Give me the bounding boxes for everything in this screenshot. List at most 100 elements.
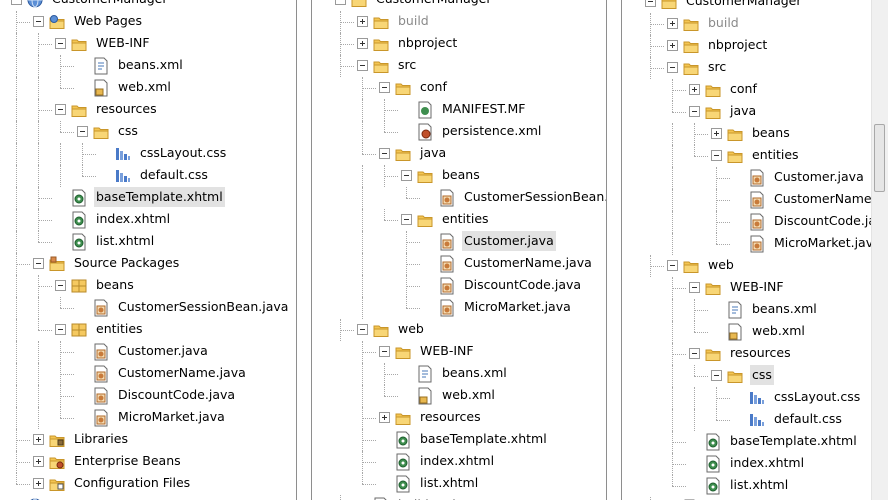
tree-node-label[interactable]: cssLayout.css (772, 387, 862, 407)
collapse-icon[interactable] (645, 0, 656, 7)
expand-icon[interactable] (667, 40, 678, 51)
tree-node-basetemplate-xhtml[interactable]: baseTemplate.xhtml (0, 187, 296, 209)
tree-node-label[interactable]: build (706, 13, 741, 33)
tree-node-web[interactable]: web (312, 319, 606, 341)
tree-node-label[interactable]: java (728, 101, 758, 121)
tree-node-label[interactable]: baseTemplate.xhtml (94, 187, 225, 207)
tree-node-customersessionbean-java[interactable]: CustomerSessionBean.java (312, 187, 606, 209)
tree-node-label[interactable]: conf (418, 77, 449, 97)
tree-node-basetemplate-xhtml[interactable]: baseTemplate.xhtml (312, 429, 606, 451)
tree-node-label[interactable]: resources (728, 343, 793, 363)
tree-node-label[interactable]: conf (728, 79, 759, 99)
tree-node-label[interactable]: Web Pages (72, 11, 144, 31)
tree-node-web[interactable]: web (622, 255, 888, 277)
collapse-icon[interactable] (11, 0, 22, 5)
tree-node-label[interactable]: CustomerManager (684, 0, 804, 11)
expand-icon[interactable] (667, 18, 678, 29)
tree-node-label[interactable]: WEB-INF (418, 341, 476, 361)
tree-node-micromarket-java[interactable]: MicroMarket.java (0, 407, 296, 429)
tree-node-resources[interactable]: resources (0, 99, 296, 121)
expand-icon[interactable] (33, 478, 44, 489)
tree-node-default-css[interactable]: default.css (622, 409, 888, 431)
tree-node-customersessionbean-java[interactable]: CustomerSessionBean.java (0, 297, 296, 319)
tree-node-label[interactable]: css (116, 121, 140, 141)
collapse-icon[interactable] (55, 38, 66, 49)
tree-node-label[interactable]: web (396, 319, 426, 339)
tree-node-label[interactable]: beans.xml (750, 299, 819, 319)
tree-node-label[interactable]: CustomerManager (50, 495, 170, 500)
tree-node-label[interactable]: build.xml (396, 495, 458, 500)
tree-node-label[interactable]: beans.xml (116, 55, 185, 75)
tree-node-customername-java[interactable]: CustomerName.java (0, 363, 296, 385)
tree-node-label[interactable]: web.xml (116, 77, 173, 97)
tree-node-label[interactable]: src (396, 55, 418, 75)
tree-node-csslayout-css[interactable]: cssLayout.css (0, 143, 296, 165)
tree-node-label[interactable]: java (418, 143, 448, 163)
tree-node-beans-xml[interactable]: beans.xml (0, 55, 296, 77)
expand-icon[interactable] (689, 84, 700, 95)
tree-node-discountcode-java[interactable]: DiscountCode.java (312, 275, 606, 297)
tree-node-customermanager[interactable]: CustomerManager (622, 0, 888, 13)
tree-node-label[interactable]: Customer.java (462, 231, 556, 251)
tree-node-label[interactable]: list.xhtml (94, 231, 156, 251)
tree-node-discountcode-java[interactable]: DiscountCode.java (0, 385, 296, 407)
tree-node-label[interactable]: index.xhtml (94, 209, 172, 229)
tree-node-build[interactable]: build (622, 13, 888, 35)
tree-node-web-xml[interactable]: web.xml (0, 77, 296, 99)
tree-node-label[interactable]: Customer.java (116, 341, 210, 361)
tree-node-java[interactable]: java (312, 143, 606, 165)
tree-node-label[interactable]: build (396, 11, 431, 31)
tree-node-label[interactable]: list.xhtml (418, 473, 480, 493)
tree-node-label[interactable]: beans.xml (440, 363, 509, 383)
tree-node-index-xhtml[interactable]: index.xhtml (622, 453, 888, 475)
tree-node-index-xhtml[interactable]: index.xhtml (312, 451, 606, 473)
tree-node-index-xhtml[interactable]: index.xhtml (0, 209, 296, 231)
tree-node-beans[interactable]: beans (622, 123, 888, 145)
collapse-icon[interactable] (689, 106, 700, 117)
tree-node-customer-java[interactable]: Customer.java (0, 341, 296, 363)
tree-node-label[interactable]: persistence.xml (440, 121, 543, 141)
tree-node-label[interactable]: entities (440, 209, 491, 229)
tree-node-label[interactable]: CustomerManager (50, 0, 170, 9)
collapse-icon[interactable] (667, 62, 678, 73)
tree-node-conf[interactable]: conf (622, 79, 888, 101)
tree-node-label[interactable]: default.css (138, 165, 210, 185)
panel-divider[interactable] (621, 0, 622, 500)
tree-node-label[interactable]: baseTemplate.xhtml (728, 431, 859, 451)
tree-node-label[interactable]: default.css (772, 409, 844, 429)
tree-node-entities[interactable]: entities (312, 209, 606, 231)
tree-node-label[interactable]: WEB-INF (94, 33, 152, 53)
tree-node-list-xhtml[interactable]: list.xhtml (0, 231, 296, 253)
expand-icon[interactable] (357, 38, 368, 49)
tree-node-beans[interactable]: beans (0, 275, 296, 297)
collapse-icon[interactable] (667, 260, 678, 271)
tree-node-label[interactable]: MicroMarket.java (462, 297, 573, 317)
tree-node-label[interactable]: css (750, 365, 774, 385)
tree-node-manifest-mf[interactable]: MANIFEST.MF (312, 99, 606, 121)
tree-node-customermanager[interactable]: CustomerManager (0, 495, 296, 500)
tree-node-label[interactable]: beans (440, 165, 482, 185)
tree-node-label[interactable]: index.xhtml (728, 453, 806, 473)
tree-node-label[interactable]: DiscountCode.java (116, 385, 237, 405)
tree-node-java[interactable]: java (622, 101, 888, 123)
collapse-icon[interactable] (401, 214, 412, 225)
tree-node-label[interactable]: nbproject (396, 33, 459, 53)
tree-node-beans-xml[interactable]: beans.xml (312, 363, 606, 385)
tree-node-customername-java[interactable]: CustomerName.java (622, 189, 888, 211)
vertical-scrollbar[interactable] (871, 0, 888, 500)
tree-node-src[interactable]: src (622, 57, 888, 79)
tree-node-customername-java[interactable]: CustomerName.java (312, 253, 606, 275)
tree-node-beans-xml[interactable]: beans.xml (622, 299, 888, 321)
tree-node-label[interactable]: Source Packages (72, 253, 181, 273)
collapse-icon[interactable] (711, 150, 722, 161)
tree-node-build[interactable]: build (312, 11, 606, 33)
tree-node-web-inf[interactable]: WEB-INF (312, 341, 606, 363)
tree-node-label[interactable]: list.xhtml (728, 475, 790, 495)
tree-node-nbproject[interactable]: nbproject (622, 35, 888, 57)
tree-node-default-css[interactable]: default.css (0, 165, 296, 187)
collapse-icon[interactable] (401, 170, 412, 181)
scrollbar-thumb[interactable] (874, 124, 885, 192)
tree-node-persistence-xml[interactable]: persistence.xml (312, 121, 606, 143)
collapse-icon[interactable] (379, 346, 390, 357)
tree-node-customermanager[interactable]: CustomerManager (312, 0, 606, 11)
